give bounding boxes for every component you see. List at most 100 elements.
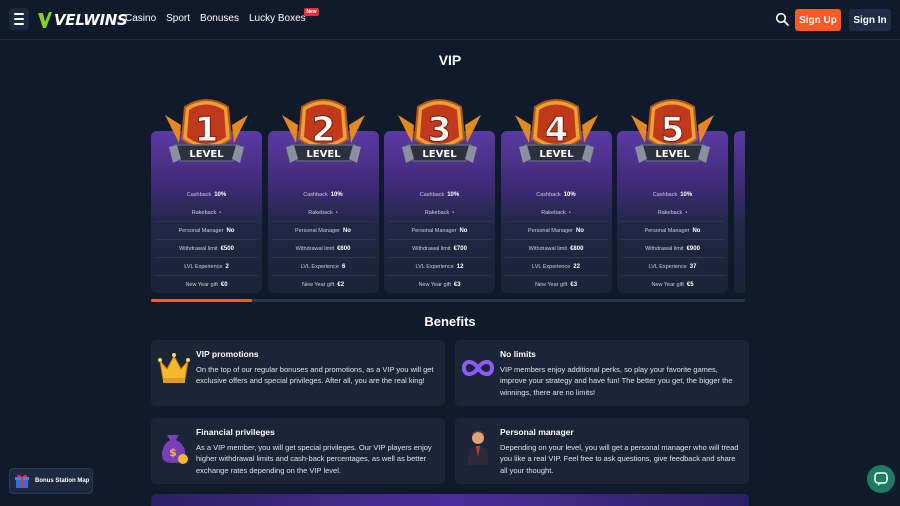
level-row-label: Rakeback <box>657 209 683 216</box>
bottom-promo-banner[interactable] <box>151 494 749 506</box>
level-row-experience: LVL Experience 22 <box>504 258 608 276</box>
level-row-manager: Personal Manager No <box>621 222 724 240</box>
level-row-value: - <box>219 209 222 216</box>
level-row-label: LVL Experience <box>184 263 223 270</box>
level-number: 2 <box>311 110 335 150</box>
level-card-rows: Cashback 10% Rakeback - Personal Manager No Wi… <box>621 186 724 294</box>
level-row-cashback: Cashback 10% <box>388 186 491 204</box>
benefit-vip-promotions: VIP promotions On the top of our regular… <box>151 340 445 406</box>
level-badge-icon: 5LEVEL <box>631 99 714 163</box>
bonus-station-map-button[interactable]: Bonus Station Map <box>9 468 93 494</box>
level-row-value: No <box>226 227 235 234</box>
infinity-icon <box>461 360 495 376</box>
level-number: 1 <box>195 110 219 150</box>
site-logo[interactable]: VELWINS <box>37 9 128 31</box>
nav-lucky-boxes-label: Lucky Boxes <box>248 13 306 24</box>
benefit-title: VIP promotions <box>196 349 259 359</box>
level-row-value: No <box>575 227 584 234</box>
level-row-value: No <box>459 227 468 234</box>
level-row-value: 2 <box>225 263 229 270</box>
level-row-label: Withdrawal limit <box>179 245 218 252</box>
level-row-value: 10% <box>447 191 460 198</box>
level-row-experience: LVL Experience 37 <box>621 258 724 276</box>
level-row-label: Rakeback <box>191 209 217 216</box>
level-row-value: €500 <box>220 245 234 252</box>
level-row-label: Cashback <box>652 191 678 198</box>
level-row-value: €3 <box>453 282 461 288</box>
hamburger-menu-icon[interactable] <box>9 8 29 30</box>
benefit-text: VIP members enjoy additional perks, so p… <box>500 365 733 397</box>
level-row-label: Rakeback <box>424 209 450 216</box>
nav-lucky-boxes[interactable]: Lucky Boxes New <box>248 8 319 24</box>
level-row-value: €600 <box>337 245 351 252</box>
benefit-financial-privileges: $ Financial privileges As a VIP member, … <box>151 418 445 484</box>
level-number: 4 <box>544 110 568 150</box>
level-card-partial <box>733 131 745 293</box>
level-word: LEVEL <box>189 149 224 160</box>
level-row-label: Personal Manager <box>178 227 224 234</box>
level-row-label: Cashback <box>536 191 561 198</box>
level-row-value: - <box>452 209 455 216</box>
levels-scrollbar-thumb[interactable] <box>151 299 252 302</box>
level-row-label: Cashback <box>303 191 328 198</box>
levels-scrollbar[interactable] <box>151 299 745 302</box>
level-row-manager: Personal Manager No <box>271 222 375 240</box>
level-row-rakeback: Rakeback - <box>388 204 491 222</box>
level-row-manager: Personal Manager No <box>155 222 258 240</box>
level-row-experience: LVL Experience 2 <box>155 258 258 276</box>
level-card: 5 LEVEL Cashback 10% Rakeback - Personal Manag… <box>617 99 728 294</box>
level-card: 3 LEVEL Cashback 10% Rakeback - Personal Manag… <box>384 99 495 294</box>
money-bag-icon: $ <box>162 435 188 464</box>
level-row-value: - <box>685 209 688 216</box>
main-nav: Casino Sport Bonuses Lucky Boxes New <box>125 8 319 24</box>
level-row-label: New Year gift <box>534 282 568 288</box>
nav-sport[interactable]: Sport <box>166 13 190 24</box>
level-word: LEVEL <box>306 149 341 160</box>
level-row-rakeback: Rakeback - <box>155 204 258 222</box>
level-row-value: 22 <box>573 263 580 270</box>
level-row-withdrawal: Withdrawal limit €900 <box>621 240 724 258</box>
support-chat-icon[interactable] <box>867 465 895 493</box>
nav-casino[interactable]: Casino <box>125 13 156 24</box>
nav-bonuses[interactable]: Bonuses <box>200 13 239 24</box>
level-row-rakeback: Rakeback - <box>504 204 608 222</box>
level-row-value: 37 <box>689 263 697 270</box>
level-row-label: Withdrawal limit <box>528 245 568 252</box>
level-row-value: 10% <box>330 191 343 198</box>
new-badge: New <box>304 8 319 16</box>
level-row-label: Cashback <box>419 191 445 198</box>
top-header: VELWINS Casino Sport Bonuses Lucky Boxes… <box>0 0 900 40</box>
level-number: 5 <box>661 110 685 150</box>
level-row-value: 6 <box>341 263 346 270</box>
level-card: 2 LEVEL Cashback 10% Rakeback - Personal Manag… <box>267 99 379 294</box>
benefit-text: On the top of our regular bonuses and pr… <box>196 365 434 386</box>
level-row-value: €700 <box>453 245 467 252</box>
level-badge-icon: 3LEVEL <box>398 99 481 163</box>
level-row-gift: New Year gift €2 <box>272 276 375 294</box>
vip-levels-carousel[interactable]: 1 LEVEL Cashback 10% Rakeback - Personal Manag… <box>151 95 745 295</box>
level-row-label: New Year gift <box>301 282 335 288</box>
level-row-label: Cashback <box>186 191 212 198</box>
level-row-label: Withdrawal limit <box>295 245 335 252</box>
level-row-cashback: Cashback 10% <box>271 186 375 204</box>
level-row-value: - <box>568 209 571 216</box>
level-row-label: Personal Manager <box>411 227 457 234</box>
level-card-rows: Cashback 10% Rakeback - Personal Manager No Wi… <box>388 186 491 294</box>
level-row-rakeback: Rakeback - <box>271 204 375 222</box>
chat-bubble-icon <box>874 472 888 486</box>
benefit-title: Personal manager <box>500 427 574 437</box>
level-row-withdrawal: Withdrawal limit €600 <box>271 240 375 258</box>
crown-icon <box>158 353 190 383</box>
sign-in-button[interactable]: Sign In <box>849 9 891 31</box>
level-row-gift: New Year gift €3 <box>388 276 491 294</box>
level-row-label: LVL Experience <box>300 263 339 270</box>
level-row-value: No <box>692 227 701 234</box>
svg-text:$: $ <box>169 446 177 459</box>
level-row-label: Withdrawal limit <box>412 245 451 252</box>
level-badge-icon: 4LEVEL <box>514 99 598 163</box>
level-row-label: Personal Manager <box>295 227 340 234</box>
logo-text: VELWINS <box>54 11 128 29</box>
level-word: LEVEL <box>655 149 690 160</box>
search-icon[interactable] <box>775 12 789 26</box>
sign-up-button[interactable]: Sign Up <box>795 9 841 31</box>
